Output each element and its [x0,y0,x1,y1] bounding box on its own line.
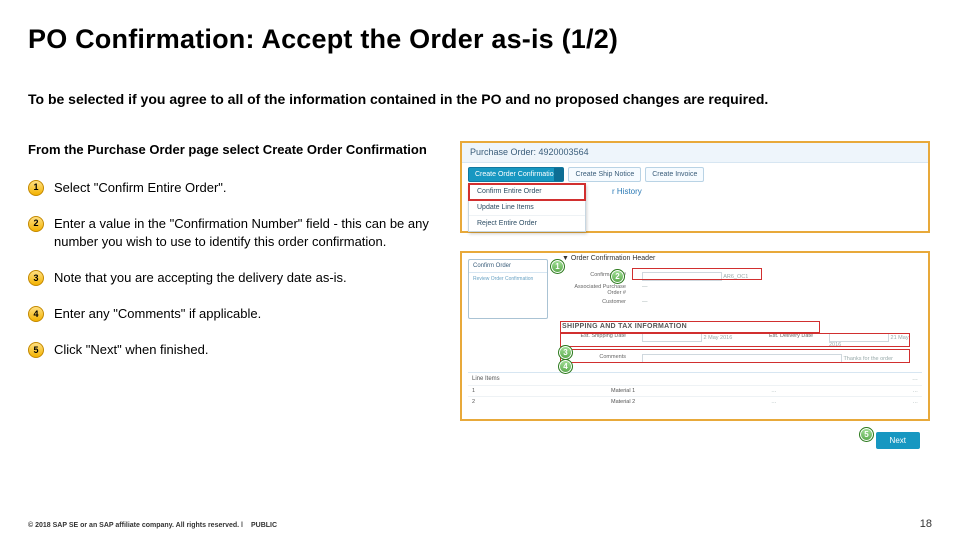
figure-confirmation-form: Confirm Order Review Order Confirmation … [460,251,930,421]
line-item-2: Material 2 [611,399,635,405]
page-title: PO Confirmation: Accept the Order as-is … [28,24,932,55]
footer-left: © 2018 SAP SE or an SAP affiliate compan… [28,522,277,529]
footer: © 2018 SAP SE or an SAP affiliate compan… [28,518,932,530]
line-item-1: Material 1 [611,388,635,394]
step-item: 1 Select "Confirm Entire Order". [28,179,442,197]
wizard-step-review: Review Order Confirmation [469,273,547,285]
content-row: From the Purchase Order page select Crea… [28,141,932,449]
copyright: © 2018 SAP SE or an SAP affiliate compan… [28,522,239,529]
step-number-4: 4 [28,306,44,322]
intro-text: To be selected if you agree to all of th… [28,91,932,107]
step-number-5: 5 [28,342,44,358]
callout-5: 5 [859,427,874,442]
create-ship-notice-button[interactable]: Create Ship Notice [568,167,641,182]
step-text-5: Click "Next" when finished. [54,341,442,359]
callout-4: 4 [558,359,573,374]
callout-1: 1 [550,259,565,274]
step-text-2: Enter a value in the "Confirmation Numbe… [54,215,442,251]
dropdown-reject-entire[interactable]: Reject Entire Order [469,216,585,231]
dropdown-confirm-entire[interactable]: Confirm Entire Order [469,184,585,200]
wizard-steps-panel: Confirm Order Review Order Confirmation [468,259,548,319]
callout-3: 3 [558,345,573,360]
step-number-2: 2 [28,216,44,232]
lead-text: From the Purchase Order page select Crea… [28,141,442,159]
line-items-title: Line Items [472,376,500,382]
create-order-confirmation-button[interactable]: Create Order Confirmation [468,167,564,182]
order-confirmation-header-label: Order Confirmation Header [571,255,655,262]
step-item: 3 Note that you are accepting the delive… [28,269,442,287]
callout-2: 2 [610,269,625,284]
history-link[interactable]: r History [612,187,642,196]
highlight-comments [560,349,910,363]
confirmation-dropdown: Confirm Entire Order Update Line Items R… [468,183,586,232]
step-number-1: 1 [28,180,44,196]
po-header: Purchase Order: 4920003564 [462,143,928,163]
instructions-column: From the Purchase Order page select Crea… [28,141,442,378]
next-button[interactable]: Next [876,432,920,449]
step-text-4: Enter any "Comments" if applicable. [54,305,442,323]
step-number-3: 3 [28,270,44,286]
page-number: 18 [920,518,932,530]
line-item-row: 1Material 1…… [468,385,922,396]
step-item: 4 Enter any "Comments" if applicable. [28,305,442,323]
footer-divider: ǀ [241,522,243,529]
section-header: ▼ Order Confirmation Header [562,255,655,262]
customer-label: Customer [562,299,626,305]
step-item: 5 Click "Next" when finished. [28,341,442,359]
assoc-po-label: Associated Purchase Order # [562,284,626,296]
step-text-1: Select "Confirm Entire Order". [54,179,442,197]
line-item-row: 2Material 2…… [468,396,922,407]
highlight-conf-num [632,268,762,280]
step-item: 2 Enter a value in the "Confirmation Num… [28,215,442,251]
step-text-3: Note that you are accepting the delivery… [54,269,442,287]
line-items-section: Line Items … 1Material 1…… 2Material 2…… [468,372,922,407]
figures-column: Purchase Order: 4920003564 Create Order … [460,141,930,449]
dropdown-update-line-items[interactable]: Update Line Items [469,200,585,216]
wizard-step-confirm: Confirm Order [469,260,547,273]
highlight-dates [560,333,910,347]
highlight-shipping-tax [560,321,820,333]
slide: PO Confirmation: Accept the Order as-is … [0,0,960,540]
create-invoice-button[interactable]: Create Invoice [645,167,704,182]
figure-po-dropdown: Purchase Order: 4920003564 Create Order … [460,141,930,233]
step-list: 1 Select "Confirm Entire Order". 2 Enter… [28,179,442,360]
public-label: PUBLIC [251,522,277,529]
